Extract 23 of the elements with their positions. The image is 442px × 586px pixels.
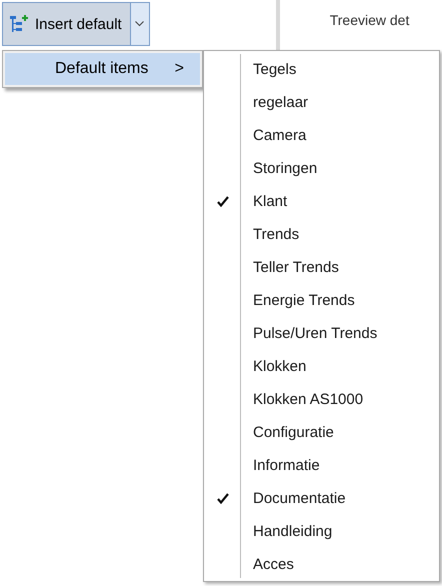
menu-item[interactable]: Storingen bbox=[204, 152, 439, 185]
dropdown-button[interactable] bbox=[130, 3, 149, 45]
panel-title: Treeview det bbox=[330, 12, 410, 28]
menu-item[interactable]: Handleiding bbox=[204, 515, 439, 548]
menu-item[interactable]: Acces bbox=[204, 548, 439, 581]
menu-item[interactable]: Klokken bbox=[204, 350, 439, 383]
checkmark-icon bbox=[216, 196, 228, 207]
tree-add-icon bbox=[9, 14, 29, 34]
menu-item[interactable]: Default items > bbox=[5, 53, 200, 85]
menu-item[interactable]: Camera bbox=[204, 119, 439, 152]
checkmark-icon bbox=[216, 493, 228, 504]
chevron-down-icon bbox=[135, 21, 144, 27]
menu-item[interactable]: regelaar bbox=[204, 86, 439, 119]
menu-item[interactable]: Klant bbox=[204, 185, 439, 218]
menu-item[interactable]: Teller Trends bbox=[204, 251, 439, 284]
menu-item[interactable]: Energie Trends bbox=[204, 284, 439, 317]
menu-item[interactable]: Pulse/Uren Trends bbox=[204, 317, 439, 350]
menu-item[interactable]: Trends bbox=[204, 218, 439, 251]
menu-item[interactable]: Documentatie bbox=[204, 482, 439, 515]
menu-item[interactable]: Klokken AS1000 bbox=[204, 383, 439, 416]
menu-item[interactable]: Tegels bbox=[204, 53, 439, 86]
menu-item[interactable]: Informatie bbox=[204, 449, 439, 482]
menu-item[interactable]: Configuratie bbox=[204, 416, 439, 449]
